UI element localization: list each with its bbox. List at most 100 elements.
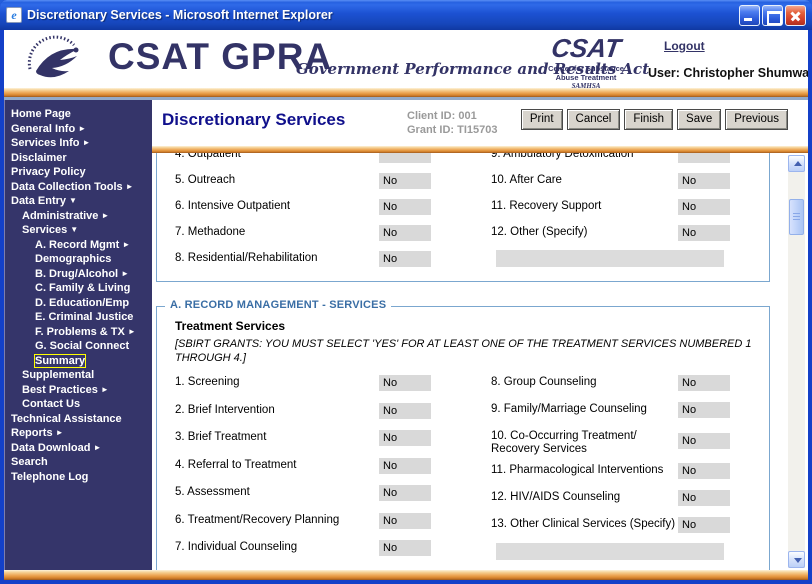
sbirt-note: [SBIRT GRANTS: YOU MUST SELECT 'YES' FOR… — [175, 338, 752, 364]
field-value-12-other-specify[interactable]: No — [678, 225, 730, 241]
form-row: 5. Outreach No — [157, 169, 491, 195]
sidebar-item-technical-assistance[interactable]: Technical Assistance — [5, 412, 152, 427]
sidebar-item-f-problems-tx[interactable]: F. Problems & TX ► — [5, 325, 152, 340]
field-value-9-ambulatory-detoxification[interactable] — [678, 153, 730, 163]
sidebar-item-contact-us[interactable]: Contact Us — [5, 397, 152, 412]
field-value-5-assessment[interactable]: No — [379, 485, 431, 501]
field-value-8-residential-rehabilitation[interactable]: No — [379, 251, 431, 267]
field-value-8-group-counseling[interactable]: No — [678, 375, 730, 391]
sidebar-item-telephone-log[interactable]: Telephone Log — [5, 470, 152, 485]
field-value-10-after-care[interactable]: No — [678, 173, 730, 189]
sidebar-item-services-info[interactable]: Services Info ► — [5, 136, 152, 151]
field-value-7-methadone[interactable]: No — [379, 225, 431, 241]
cancel-button[interactable]: Cancel — [566, 109, 621, 130]
treatment-left-column: 1. Screening No 2. Brief Intervention No 3. … — [157, 371, 491, 564]
sidebar-item-disclaimer[interactable]: Disclaimer — [5, 151, 152, 166]
sidebar-item-label: C. Family & Living — [35, 282, 131, 294]
field-value-4-referral-to-treatment[interactable]: No — [379, 457, 431, 474]
form-row: 7. Methadone No — [157, 221, 491, 247]
minimize-button[interactable] — [739, 4, 760, 26]
form-viewport: 4. Outpatient 5. Outreach No 6. Intensive O… — [152, 153, 808, 570]
sidebar-item-label: General Info — [11, 122, 76, 135]
field-value-2-brief-intervention[interactable]: No — [379, 402, 431, 419]
chevron-right-icon: ► — [82, 138, 91, 147]
field-label: 4. Referral to Treatment — [175, 458, 297, 471]
scroll-down-button[interactable] — [788, 551, 805, 568]
field-value-7-individual-counseling[interactable]: No — [379, 540, 431, 556]
sidebar-item-general-info[interactable]: General Info ► — [5, 122, 152, 137]
user-label: User: Christopher Shumway — [648, 66, 808, 80]
form-row: 11. Recovery Support No — [491, 195, 769, 221]
field-value-11-pharmacological-interventions[interactable]: No — [678, 463, 730, 479]
sidebar-item-data-collection-tools[interactable]: Data Collection Tools ► — [5, 180, 152, 195]
field-label: 8. Group Counseling — [491, 376, 597, 388]
field-label: 5. Outreach — [175, 174, 236, 186]
field-label: 11. Pharmacological Interventions — [491, 464, 664, 476]
field-value-6-intensive-outpatient[interactable]: No — [379, 199, 431, 215]
sidebar-item-label: Home Page — [11, 108, 71, 120]
modality-right-column: 9. Ambulatory Detoxification 10. After Ca… — [491, 153, 769, 273]
sidebar-item-reports[interactable]: Reports ► — [5, 426, 152, 441]
field-value-10-co-occurring-treatment-recovery-services[interactable]: No — [678, 433, 730, 449]
field-value-5-outreach[interactable]: No — [379, 173, 431, 189]
sidebar-item-label: Services — [22, 224, 68, 236]
save-button[interactable]: Save — [677, 109, 722, 130]
sidebar-item-supplemental[interactable]: Supplemental — [5, 368, 152, 383]
scrollbar-track[interactable] — [788, 155, 805, 568]
previous-button[interactable]: Previous — [725, 109, 788, 130]
field-label: 2. Brief Intervention — [175, 403, 275, 416]
window-title: Discretionary Services - Microsoft Inter… — [27, 8, 333, 22]
page-title: Discretionary Services — [162, 110, 346, 129]
section-heading: Treatment Services — [175, 319, 286, 333]
form-row: 3. Brief Treatment No — [157, 426, 491, 454]
field-label: 8. Residential/Rehabilitation — [175, 252, 318, 264]
form-row: 8. Group Counseling No — [491, 371, 769, 398]
sidebar-item-d-education-emp[interactable]: D. Education/Emp — [5, 296, 152, 311]
close-button[interactable] — [785, 4, 806, 26]
field-label: 6. Intensive Outpatient — [175, 200, 291, 212]
field-value-4-outpatient[interactable] — [379, 153, 431, 163]
sidebar-item-summary[interactable]: Summary — [5, 353, 152, 369]
sidebar-item-b-drug-alcohol[interactable]: B. Drug/Alcohol ► — [5, 267, 152, 282]
field-value-6-treatment-recovery-planning[interactable]: No — [379, 512, 431, 529]
field-value-3-brief-treatment[interactable]: No — [379, 430, 431, 446]
form-row: 11. Pharmacological Interventions No — [491, 459, 769, 486]
sidebar-item-a-record-mgmt[interactable]: A. Record Mgmt ► — [5, 238, 152, 253]
ie-page-icon: e — [6, 7, 22, 23]
sidebar-item-data-download[interactable]: Data Download ► — [5, 441, 152, 456]
print-button[interactable]: Print — [520, 109, 563, 130]
field-value-13-other-clinical-services-specify[interactable]: No — [678, 517, 730, 533]
sidebar-item-services[interactable]: Services ▼ — [5, 223, 152, 238]
sidebar-item-search[interactable]: Search — [5, 455, 152, 470]
maximize-button[interactable] — [762, 4, 783, 26]
chevron-right-icon: ► — [100, 384, 109, 394]
scroll-up-button[interactable] — [788, 155, 805, 172]
field-value-12-hiv-aids-counseling[interactable]: No — [678, 490, 730, 506]
browser-window: e Discretionary Services - Microsoft Int… — [0, 0, 812, 584]
specify-input[interactable] — [496, 543, 724, 560]
sidebar-item-g-social-connect[interactable]: G. Social Connect — [5, 339, 152, 354]
title-bar: e Discretionary Services - Microsoft Int… — [0, 0, 812, 30]
sidebar-item-label: Best Practices — [22, 383, 98, 396]
field-value-11-recovery-support[interactable]: No — [678, 199, 730, 215]
sidebar-item-label: Demographics — [35, 253, 112, 265]
sidebar-item-label: A. Record Mgmt — [35, 238, 120, 251]
sidebar-item-c-family-living[interactable]: C. Family & Living — [5, 281, 152, 296]
field-value-9-family-marriage-counseling[interactable]: No — [678, 402, 730, 418]
sidebar-item-data-entry[interactable]: Data Entry ▼ — [5, 194, 152, 209]
divider — [152, 146, 808, 153]
specify-input[interactable] — [496, 250, 724, 267]
sidebar-item-demographics[interactable]: Demographics — [5, 252, 152, 267]
modality-section: 4. Outpatient 5. Outreach No 6. Intensive O… — [156, 153, 770, 282]
scrollbar-thumb[interactable] — [789, 199, 804, 235]
sidebar-item-label: Summary — [33, 353, 87, 368]
chevron-right-icon: ► — [127, 326, 136, 336]
logout-link[interactable]: Logout — [664, 39, 705, 53]
field-value-1-screening[interactable]: No — [379, 375, 431, 391]
sidebar-item-privacy-policy[interactable]: Privacy Policy — [5, 165, 152, 180]
sidebar-item-administrative[interactable]: Administrative ► — [5, 209, 152, 224]
finish-button[interactable]: Finish — [624, 109, 674, 130]
sidebar-item-e-criminal-justice[interactable]: E. Criminal Justice — [5, 310, 152, 325]
sidebar-item-home-page[interactable]: Home Page — [5, 107, 152, 122]
sidebar-item-best-practices[interactable]: Best Practices ► — [5, 383, 152, 398]
